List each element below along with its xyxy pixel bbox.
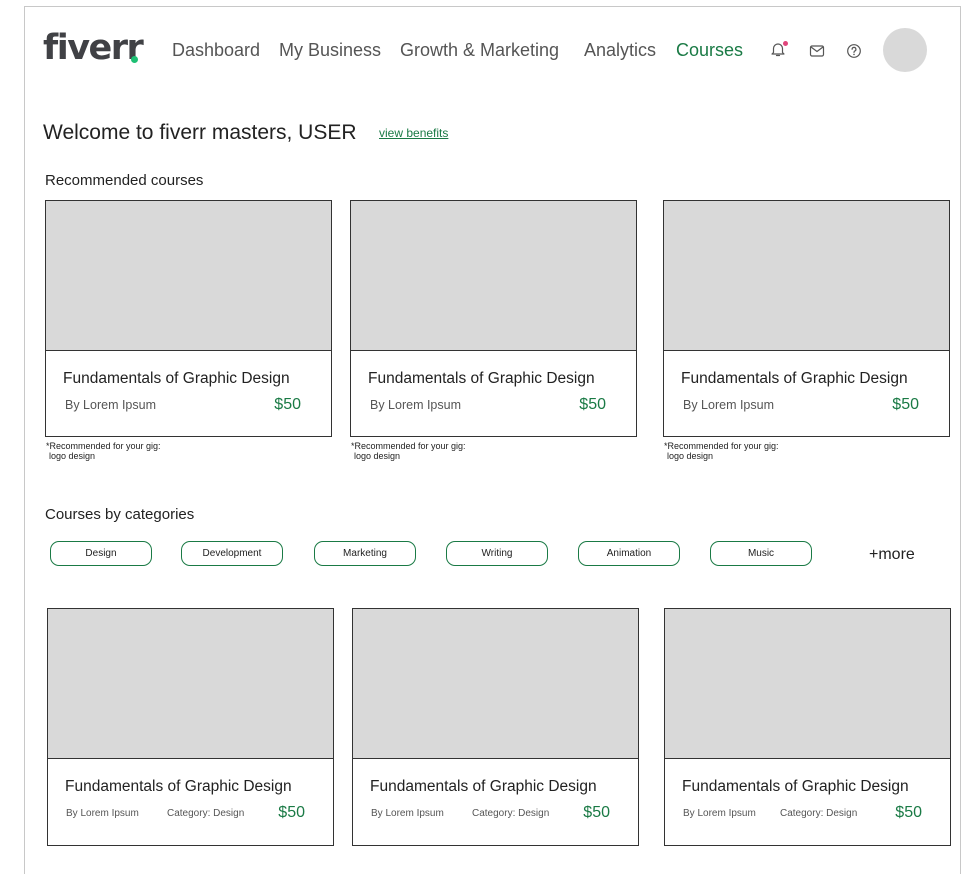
course-category: Category: Design	[167, 808, 245, 819]
nav-courses[interactable]: Courses	[676, 39, 743, 61]
courses-by-categories-title: Courses by categories	[45, 506, 195, 523]
more-categories-link[interactable]: +more	[869, 545, 915, 564]
help-icon[interactable]	[845, 42, 863, 60]
category-chip-writing[interactable]: Writing	[446, 541, 548, 566]
recommendation-note-line1: *Recommended for your gig:	[351, 441, 466, 451]
course-price: $50	[579, 396, 606, 413]
course-author: By Lorem Ipsum	[683, 398, 775, 412]
category-chip-animation[interactable]: Animation	[578, 541, 680, 566]
recommendation-note: *Recommended for your gig: logo design	[664, 441, 779, 461]
course-thumbnail	[665, 609, 950, 759]
category-chip-design[interactable]: Design	[50, 541, 152, 566]
recommendation-note-gig: logo design	[667, 451, 714, 461]
recommendation-note: *Recommended for your gig: logo design	[46, 441, 161, 461]
welcome-heading: Welcome to fiverr masters, USER	[43, 121, 357, 144]
course-author: By Lorem Ipsum	[66, 808, 139, 819]
recommendation-note: *Recommended for your gig: logo design	[351, 441, 466, 461]
recommendation-note-line1: *Recommended for your gig:	[664, 441, 779, 451]
course-title: Fundamentals of Graphic Design	[682, 778, 909, 795]
course-title: Fundamentals of Graphic Design	[681, 370, 908, 387]
course-author: By Lorem Ipsum	[65, 398, 157, 412]
recommendation-note-gig: logo design	[49, 451, 96, 461]
course-author: By Lorem Ipsum	[370, 398, 462, 412]
course-price: $50	[895, 804, 922, 821]
course-price: $50	[892, 396, 919, 413]
recommendation-note-line1: *Recommended for your gig:	[46, 441, 161, 451]
recommended-course-card[interactable]: Fundamentals of Graphic Design By Lorem …	[350, 200, 637, 437]
course-price: $50	[583, 804, 610, 821]
nav-growth-marketing[interactable]: Growth & Marketing	[400, 39, 559, 61]
course-price: $50	[278, 804, 305, 821]
nav-analytics[interactable]: Analytics	[584, 39, 656, 61]
course-thumbnail	[664, 201, 949, 351]
course-category: Category: Design	[472, 808, 550, 819]
logo-dot	[131, 56, 138, 63]
course-thumbnail	[48, 609, 333, 759]
notification-dot	[783, 41, 788, 46]
mail-icon[interactable]	[808, 42, 826, 60]
recommendation-note-gig: logo design	[354, 451, 401, 461]
course-price: $50	[274, 396, 301, 413]
course-author: By Lorem Ipsum	[683, 808, 756, 819]
course-title: Fundamentals of Graphic Design	[368, 370, 595, 387]
course-thumbnail	[353, 609, 638, 759]
user-avatar[interactable]	[883, 28, 927, 72]
course-title: Fundamentals of Graphic Design	[63, 370, 290, 387]
category-chip-development[interactable]: Development	[181, 541, 283, 566]
course-author: By Lorem Ipsum	[371, 808, 444, 819]
view-benefits-link[interactable]: view benefits	[379, 126, 448, 141]
recommended-course-card[interactable]: Fundamentals of Graphic Design By Lorem …	[663, 200, 950, 437]
category-course-card[interactable]: Fundamentals of Graphic Design By Lorem …	[664, 608, 951, 846]
course-thumbnail	[46, 201, 331, 351]
category-chip-marketing[interactable]: Marketing	[314, 541, 416, 566]
course-category: Category: Design	[780, 808, 858, 819]
fiverr-logo[interactable]: fiverr	[43, 28, 144, 68]
category-course-card[interactable]: Fundamentals of Graphic Design By Lorem …	[352, 608, 639, 846]
course-title: Fundamentals of Graphic Design	[65, 778, 292, 795]
course-thumbnail	[351, 201, 636, 351]
category-course-card[interactable]: Fundamentals of Graphic Design By Lorem …	[47, 608, 334, 846]
category-chip-music[interactable]: Music	[710, 541, 812, 566]
nav-my-business[interactable]: My Business	[279, 39, 381, 61]
recommended-courses-title: Recommended courses	[45, 172, 204, 189]
nav-dashboard[interactable]: Dashboard	[172, 39, 260, 61]
recommended-course-card[interactable]: Fundamentals of Graphic Design By Lorem …	[45, 200, 332, 437]
course-title: Fundamentals of Graphic Design	[370, 778, 597, 795]
